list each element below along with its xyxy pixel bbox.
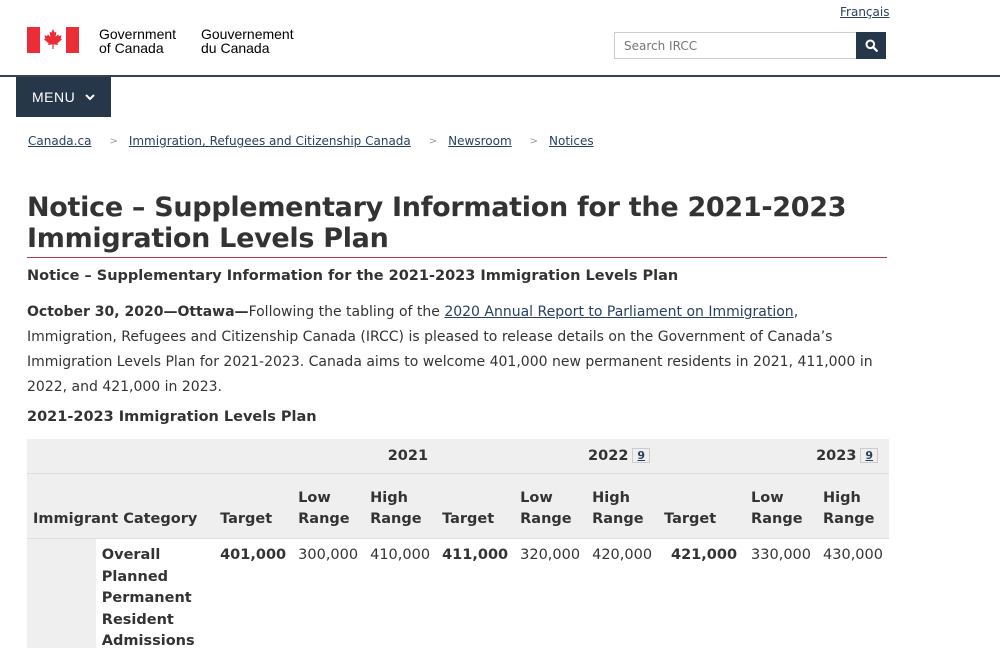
search-input[interactable] <box>614 32 856 59</box>
cell-target-2023: 421,000 <box>671 547 738 563</box>
cell-low-2023: 330,000 <box>751 547 812 563</box>
menu-label: MENU <box>32 89 76 105</box>
table-title: 2021-2023 Immigration Levels Plan <box>27 409 317 425</box>
col-target-2022: Target <box>436 473 515 539</box>
levels-plan-table: 2021 2022 9 2023 9 Immigrant Category Targ… <box>27 439 889 648</box>
footnote-link[interactable]: 9 <box>860 448 879 463</box>
column-header-row: Immigrant Category Target Low Range High… <box>27 473 889 539</box>
col-high-2022: High Range <box>586 473 659 539</box>
search-icon <box>865 39 878 52</box>
cell-high-2022: 420,000 <box>592 547 653 563</box>
breadcrumb: Canada.ca > Immigration, Refugees and Ci… <box>28 134 594 148</box>
breadcrumb-notices[interactable]: Notices <box>549 134 594 148</box>
col-target-2021: Target <box>214 473 293 539</box>
row-group-cell <box>27 538 96 648</box>
breadcrumb-separator-icon: > <box>109 135 118 147</box>
col-high-2023: High Range <box>817 473 889 539</box>
breadcrumb-separator-icon: > <box>428 135 438 147</box>
brand-french-line2: du Canada <box>201 40 270 56</box>
menu-button[interactable]: MENU <box>16 77 111 117</box>
title-rule <box>27 257 887 258</box>
year-header-2023: 2023 9 <box>658 439 889 474</box>
dateline: October 30, 2020—Ottawa— <box>27 304 249 320</box>
intro-paragraph: October 30, 2020—Ottawa—Following the ta… <box>27 300 887 400</box>
header-rule <box>0 75 1000 77</box>
table-row: Overall Planned Permanent Resident Admis… <box>27 538 889 648</box>
col-target-2023: Target <box>658 473 746 539</box>
canada-flag-icon <box>27 27 79 53</box>
section-heading: Notice – Supplementary Information for t… <box>27 268 679 284</box>
year-header-2022: 2022 9 <box>436 439 659 474</box>
cell-high-2021: 410,000 <box>370 547 431 563</box>
cell-low-2022: 320,000 <box>520 547 581 563</box>
annual-report-link[interactable]: 2020 Annual Report to Parliament on Immi… <box>444 304 793 320</box>
breadcrumb-newsroom[interactable]: Newsroom <box>448 134 511 148</box>
cell-target-2022: 411,000 <box>442 547 509 563</box>
page-title: Notice – Supplementary Information for t… <box>27 192 847 254</box>
search-form <box>614 32 886 59</box>
brand-english-line1: Government <box>99 26 177 42</box>
levels-plan-table-container[interactable]: 2021 2022 9 2023 9 Immigrant Category Targ… <box>27 439 889 648</box>
breadcrumb-ircc[interactable]: Immigration, Refugees and Citizenship Ca… <box>129 134 411 148</box>
brand-english-line2: of Canada <box>99 40 164 56</box>
category-header: Immigrant Category <box>27 473 215 539</box>
brand-english: Government of Canada <box>99 27 201 55</box>
brand-french: Gouvernement du Canada <box>201 27 294 55</box>
cell-high-2023: 430,000 <box>823 547 883 563</box>
language-toggle-link[interactable]: Français <box>840 5 889 19</box>
search-button[interactable] <box>856 32 886 59</box>
year-header-row: 2021 2022 9 2023 9 <box>27 439 889 474</box>
breadcrumb-canada[interactable]: Canada.ca <box>28 134 91 148</box>
col-low-2021: Low Range <box>292 473 365 539</box>
breadcrumb-separator-icon: > <box>529 135 539 147</box>
intro-text-before: Following the tabling of the <box>248 304 445 320</box>
year-header-2021: 2021 <box>214 439 437 474</box>
cell-low-2021: 300,000 <box>298 547 359 563</box>
col-high-2021: High Range <box>364 473 437 539</box>
col-low-2022: Low Range <box>514 473 587 539</box>
footnote-link[interactable]: 9 <box>632 448 651 463</box>
cell-target-2021: 401,000 <box>220 547 287 563</box>
chevron-down-icon <box>85 93 95 101</box>
corner-cell <box>27 439 215 474</box>
government-signature[interactable]: Government of Canada Gouvernement du Can… <box>27 27 294 55</box>
row-category: Overall Planned Permanent Resident Admis… <box>101 547 195 648</box>
brand-french-line1: Gouvernement <box>201 26 294 42</box>
col-low-2023: Low Range <box>745 473 818 539</box>
